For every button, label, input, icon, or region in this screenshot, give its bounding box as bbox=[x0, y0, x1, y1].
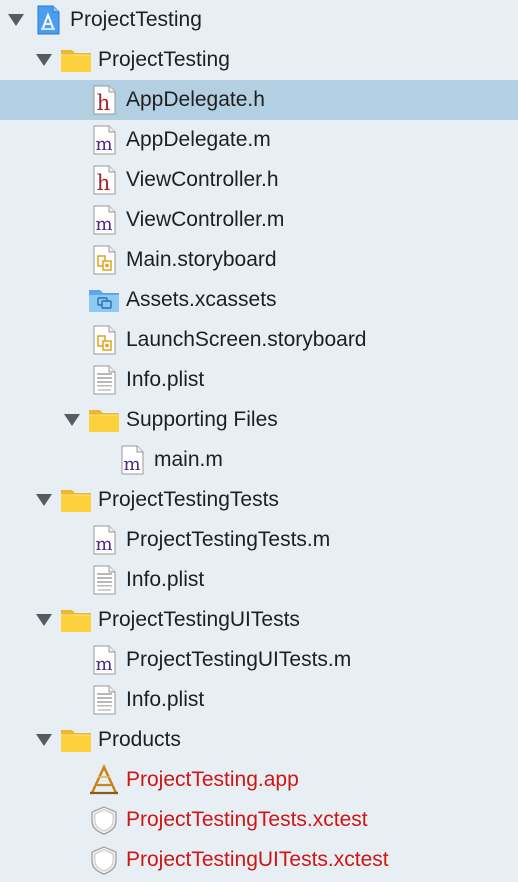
group-label: Supporting Files bbox=[126, 408, 278, 431]
asset-catalog-folder-icon bbox=[88, 284, 120, 316]
file-row-main-m[interactable]: m main.m bbox=[0, 440, 518, 480]
folder-icon bbox=[60, 484, 92, 516]
group-row-products[interactable]: Products bbox=[0, 720, 518, 760]
file-row-main-storyboard[interactable]: Main.storyboard bbox=[0, 240, 518, 280]
file-label: ProjectTestingTests.xctest bbox=[126, 808, 368, 831]
file-label: ProjectTestingUITests.m bbox=[126, 648, 352, 671]
file-label: Info.plist bbox=[126, 688, 205, 711]
disclosure-triangle-icon[interactable] bbox=[36, 614, 52, 626]
disclosure-triangle-icon[interactable] bbox=[8, 14, 24, 26]
objc-source-file-icon: m bbox=[88, 524, 120, 556]
disclosure-triangle-icon[interactable] bbox=[36, 494, 52, 506]
file-label: AppDelegate.h bbox=[126, 88, 265, 111]
folder-icon bbox=[60, 44, 92, 76]
svg-text:m: m bbox=[95, 654, 112, 675]
plist-file-icon bbox=[88, 364, 120, 396]
file-row-projecttestingtests-xctest[interactable]: ProjectTestingTests.xctest bbox=[0, 800, 518, 840]
file-row-viewcontroller-h[interactable]: h ViewController.h bbox=[0, 160, 518, 200]
file-label: Main.storyboard bbox=[126, 248, 277, 271]
project-navigator: ProjectTesting ProjectTesting h AppDelegate… bbox=[0, 0, 518, 882]
file-row-launchscreen-storyboard[interactable]: LaunchScreen.storyboard bbox=[0, 320, 518, 360]
folder-icon bbox=[60, 604, 92, 636]
objc-source-file-icon: m bbox=[88, 124, 120, 156]
file-label: Info.plist bbox=[126, 568, 205, 591]
file-label: ProjectTestingTests.m bbox=[126, 528, 331, 551]
file-row-appdelegate-m[interactable]: m AppDelegate.m bbox=[0, 120, 518, 160]
group-row-supporting-files[interactable]: Supporting Files bbox=[0, 400, 518, 440]
file-label: ProjectTestingUITests.xctest bbox=[126, 848, 389, 871]
app-product-icon bbox=[88, 764, 120, 796]
file-label: ViewController.m bbox=[126, 208, 285, 231]
header-file-icon: h bbox=[88, 164, 120, 196]
xcode-project-icon bbox=[32, 4, 64, 36]
group-row-projecttesting[interactable]: ProjectTesting bbox=[0, 40, 518, 80]
file-label: Assets.xcassets bbox=[126, 288, 277, 311]
svg-text:m: m bbox=[95, 534, 112, 555]
group-row-projecttestingtests[interactable]: ProjectTestingTests bbox=[0, 480, 518, 520]
project-row-projecttesting[interactable]: ProjectTesting bbox=[0, 0, 518, 40]
disclosure-triangle-icon[interactable] bbox=[36, 54, 52, 66]
xctest-bundle-icon bbox=[88, 844, 120, 876]
file-label: ViewController.h bbox=[126, 168, 279, 191]
svg-text:m: m bbox=[123, 454, 140, 475]
group-label: Products bbox=[98, 728, 181, 751]
header-file-icon: h bbox=[88, 84, 120, 116]
objc-source-file-icon: m bbox=[116, 444, 148, 476]
file-row-viewcontroller-m[interactable]: m ViewController.m bbox=[0, 200, 518, 240]
folder-icon bbox=[88, 404, 120, 436]
storyboard-file-icon bbox=[88, 324, 120, 356]
file-row-info-plist[interactable]: Info.plist bbox=[0, 560, 518, 600]
svg-text:h: h bbox=[97, 171, 111, 195]
group-label: ProjectTestingTests bbox=[98, 488, 279, 511]
file-row-projecttestinguitests-m[interactable]: m ProjectTestingUITests.m bbox=[0, 640, 518, 680]
file-label: LaunchScreen.storyboard bbox=[126, 328, 367, 351]
disclosure-triangle-icon[interactable] bbox=[36, 734, 52, 746]
file-row-appdelegate-h[interactable]: h AppDelegate.h bbox=[0, 80, 518, 120]
file-label: ProjectTesting.app bbox=[126, 768, 299, 791]
project-label: ProjectTesting bbox=[70, 8, 202, 31]
svg-text:m: m bbox=[95, 134, 112, 155]
file-row-projecttestingtests-m[interactable]: m ProjectTestingTests.m bbox=[0, 520, 518, 560]
disclosure-triangle-icon[interactable] bbox=[64, 414, 80, 426]
svg-text:m: m bbox=[95, 214, 112, 235]
xctest-bundle-icon bbox=[88, 804, 120, 836]
folder-icon bbox=[60, 724, 92, 756]
group-label: ProjectTesting bbox=[98, 48, 230, 71]
objc-source-file-icon: m bbox=[88, 644, 120, 676]
svg-text:h: h bbox=[97, 91, 111, 115]
file-label: AppDelegate.m bbox=[126, 128, 271, 151]
file-row-projecttestinguitests-xctest[interactable]: ProjectTestingUITests.xctest bbox=[0, 840, 518, 880]
file-row-info-plist[interactable]: Info.plist bbox=[0, 360, 518, 400]
file-label: Info.plist bbox=[126, 368, 205, 391]
plist-file-icon bbox=[88, 684, 120, 716]
plist-file-icon bbox=[88, 564, 120, 596]
objc-source-file-icon: m bbox=[88, 204, 120, 236]
file-label: main.m bbox=[154, 448, 223, 471]
group-row-projecttestinguitests[interactable]: ProjectTestingUITests bbox=[0, 600, 518, 640]
file-row-assets-xcassets[interactable]: Assets.xcassets bbox=[0, 280, 518, 320]
group-label: ProjectTestingUITests bbox=[98, 608, 300, 631]
file-row-info-plist[interactable]: Info.plist bbox=[0, 680, 518, 720]
storyboard-file-icon bbox=[88, 244, 120, 276]
file-row-projecttesting-app[interactable]: ProjectTesting.app bbox=[0, 760, 518, 800]
